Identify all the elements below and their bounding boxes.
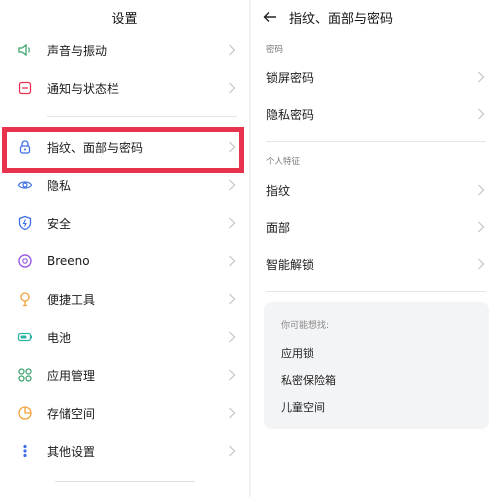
settings-item-battery[interactable]: 电池 <box>0 318 249 356</box>
shield-icon <box>17 215 33 231</box>
settings-item-label: Breeno <box>47 254 90 268</box>
settings-item-label: 隐私 <box>47 178 72 193</box>
suggestions-card: 你可能想找: 应用锁 私密保险箱 儿童空间 <box>264 302 489 429</box>
item-label: 锁屏密码 <box>266 70 315 85</box>
suggestion-private-safe[interactable]: 私密保险箱 <box>281 372 336 388</box>
settings-item-tools[interactable]: 便捷工具 <box>0 280 249 318</box>
chevron-right-icon <box>229 82 236 94</box>
chevron-right-icon <box>229 44 236 56</box>
chevron-right-icon <box>478 108 485 120</box>
fingerprint-item[interactable]: 指纹 <box>251 172 499 208</box>
item-label: 指纹 <box>266 183 291 198</box>
item-label: 面部 <box>266 220 291 235</box>
section-divider <box>47 116 237 117</box>
chevron-right-icon <box>229 407 236 419</box>
apps-grid-icon <box>17 367 33 383</box>
lockscreen-password-item[interactable]: 锁屏密码 <box>251 59 499 95</box>
chevron-right-icon <box>478 184 485 196</box>
suggestion-app-lock[interactable]: 应用锁 <box>281 345 314 361</box>
suggestions-title: 你可能想找: <box>281 321 330 331</box>
chevron-right-icon <box>478 221 485 233</box>
settings-item-label: 存储空间 <box>47 406 96 421</box>
page-header: 指纹、面部与密码 <box>251 0 499 34</box>
suggestion-kids-space[interactable]: 儿童空间 <box>281 399 325 415</box>
fingerprint-face-password-pane: 指纹、面部与密码 密码 锁屏密码 隐私密码 个人特征 指纹 面部 智能解锁 你可… <box>251 0 499 497</box>
section-divider <box>266 291 486 292</box>
settings-item-breeno[interactable]: Breeno <box>0 242 249 280</box>
settings-item-sound[interactable]: 声音与振动 <box>0 31 249 69</box>
settings-item-label: 声音与振动 <box>47 43 108 58</box>
settings-item-fingerprint-face-password[interactable]: 指纹、面部与密码 <box>0 128 249 166</box>
chevron-right-icon <box>229 141 236 153</box>
battery-icon <box>17 329 33 345</box>
chevron-right-icon <box>229 179 236 191</box>
face-item[interactable]: 面部 <box>251 209 499 245</box>
tools-icon <box>17 291 33 307</box>
settings-item-label: 安全 <box>47 216 72 231</box>
settings-item-app-management[interactable]: 应用管理 <box>0 356 249 394</box>
settings-pane: 设置 声音与振动 通知与状态栏 指纹、面部与密码 隐私 安全 Breeno 便捷… <box>0 0 249 497</box>
lock-icon <box>17 139 33 155</box>
settings-item-label: 其他设置 <box>47 444 96 459</box>
item-label: 智能解锁 <box>266 257 315 272</box>
chevron-right-icon <box>229 331 236 343</box>
speaker-icon <box>17 42 33 58</box>
settings-item-notifications[interactable]: 通知与状态栏 <box>0 69 249 107</box>
storage-pie-icon <box>17 405 33 421</box>
settings-item-security[interactable]: 安全 <box>0 204 249 242</box>
settings-item-label: 应用管理 <box>47 368 96 383</box>
chevron-right-icon <box>229 255 236 267</box>
settings-item-label: 电池 <box>47 330 72 345</box>
more-dots-icon <box>17 443 33 459</box>
settings-title: 设置 <box>111 11 138 27</box>
section-title-personal: 个人特征 <box>266 157 301 167</box>
notification-icon <box>17 80 33 96</box>
chevron-right-icon <box>229 293 236 305</box>
chevron-right-icon <box>229 217 236 229</box>
smart-unlock-item[interactable]: 智能解锁 <box>251 246 499 282</box>
section-divider <box>266 141 486 142</box>
settings-item-label: 通知与状态栏 <box>47 81 120 96</box>
page-title: 指纹、面部与密码 <box>289 11 394 27</box>
chevron-right-icon <box>478 71 485 83</box>
section-title-password: 密码 <box>266 45 284 55</box>
settings-item-storage[interactable]: 存储空间 <box>0 394 249 432</box>
privacy-password-item[interactable]: 隐私密码 <box>251 96 499 132</box>
settings-item-other[interactable]: 其他设置 <box>0 432 249 470</box>
chevron-right-icon <box>229 369 236 381</box>
back-arrow-icon[interactable] <box>263 9 279 25</box>
settings-item-label: 便捷工具 <box>47 292 96 307</box>
chevron-right-icon <box>229 445 236 457</box>
chevron-right-icon <box>478 258 485 270</box>
privacy-eye-icon <box>17 177 33 193</box>
bottom-divider <box>55 481 195 482</box>
settings-item-privacy[interactable]: 隐私 <box>0 166 249 204</box>
settings-item-label: 指纹、面部与密码 <box>47 140 144 155</box>
breeno-ring-icon <box>17 253 33 269</box>
item-label: 隐私密码 <box>266 107 315 122</box>
